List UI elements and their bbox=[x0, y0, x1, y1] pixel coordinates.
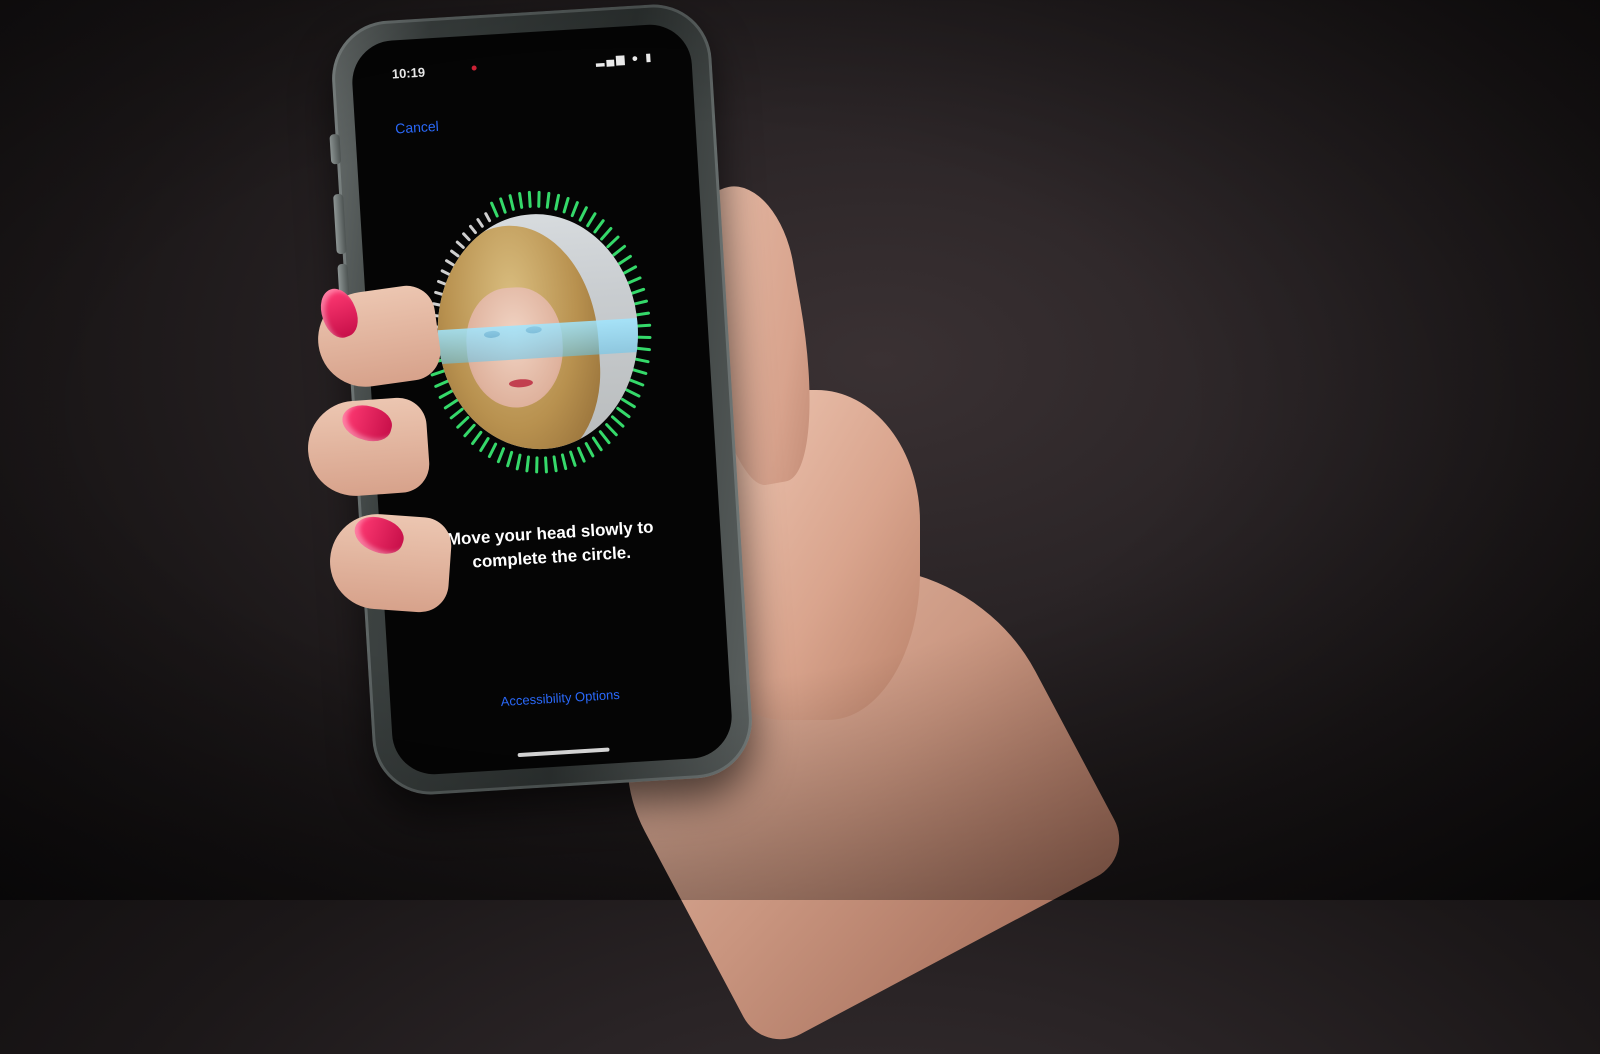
battery-icon: ▮ bbox=[644, 51, 654, 65]
ring-tick-complete bbox=[610, 415, 625, 428]
ring-tick-complete bbox=[562, 196, 570, 214]
photo-scene: 10:19 ▂▄▆ ● ▮ Cancel Move your head slow bbox=[0, 0, 1600, 1054]
home-indicator[interactable] bbox=[517, 747, 610, 758]
ring-tick-complete bbox=[554, 193, 561, 211]
ring-tick-complete bbox=[506, 450, 514, 468]
ring-tick-complete bbox=[600, 226, 613, 241]
signal-bars-icon: ▂▄▆ bbox=[595, 53, 627, 68]
ring-tick-complete bbox=[552, 455, 558, 473]
accessibility-options-button[interactable]: Accessibility Options bbox=[390, 679, 730, 717]
ring-tick-complete bbox=[527, 190, 532, 208]
status-time: 10:19 bbox=[391, 64, 426, 82]
mute-switch bbox=[329, 133, 342, 165]
ring-tick-complete bbox=[612, 244, 627, 257]
wifi-icon: ● bbox=[631, 52, 641, 65]
ring-tick-complete bbox=[621, 265, 638, 276]
ring-tick-complete bbox=[525, 455, 530, 473]
ring-tick-complete bbox=[598, 430, 611, 445]
ring-tick-pending bbox=[476, 218, 484, 228]
instruction-text: Move your head slowly to complete the ci… bbox=[420, 514, 682, 578]
ring-tick-complete bbox=[628, 378, 645, 387]
ring-tick-complete bbox=[560, 453, 568, 471]
ring-tick-complete bbox=[620, 397, 636, 409]
ring-tick-complete bbox=[545, 191, 551, 209]
camera-indicator-dot bbox=[471, 65, 477, 71]
ring-tick-complete bbox=[515, 453, 522, 471]
ring-tick-complete bbox=[499, 197, 507, 214]
lips bbox=[508, 378, 534, 388]
ring-tick-complete bbox=[535, 456, 539, 474]
ring-tick-complete bbox=[586, 212, 597, 228]
ring-tick-complete bbox=[591, 436, 603, 452]
ring-tick-complete bbox=[616, 406, 631, 419]
ring-tick-complete bbox=[490, 201, 499, 218]
ring-tick-complete bbox=[578, 206, 588, 222]
ring-tick-complete bbox=[628, 287, 646, 296]
status-icons: ▂▄▆ ● ▮ bbox=[595, 51, 654, 68]
ring-tick-pending bbox=[462, 232, 471, 242]
ring-tick-complete bbox=[577, 446, 586, 463]
ring-tick-pending bbox=[468, 224, 477, 235]
ring-tick-complete bbox=[544, 456, 548, 474]
ring-tick-complete bbox=[570, 201, 579, 218]
ring-tick-complete bbox=[584, 442, 595, 458]
ring-tick-complete bbox=[634, 323, 652, 328]
ring-tick-pending bbox=[484, 212, 492, 223]
ring-tick-complete bbox=[630, 368, 648, 375]
ring-tick-complete bbox=[624, 388, 641, 398]
cancel-button[interactable]: Cancel bbox=[395, 118, 439, 137]
ring-tick-complete bbox=[605, 423, 618, 437]
ring-tick-complete bbox=[606, 235, 620, 249]
ring-tick-complete bbox=[617, 254, 632, 266]
ring-tick-complete bbox=[537, 190, 541, 208]
ring-tick-complete bbox=[593, 219, 605, 234]
ring-tick-complete bbox=[632, 357, 650, 364]
ring-tick-complete bbox=[518, 192, 524, 209]
ring-tick-complete bbox=[508, 194, 515, 211]
ring-tick-complete bbox=[625, 276, 642, 285]
ring-tick-complete bbox=[569, 450, 577, 467]
